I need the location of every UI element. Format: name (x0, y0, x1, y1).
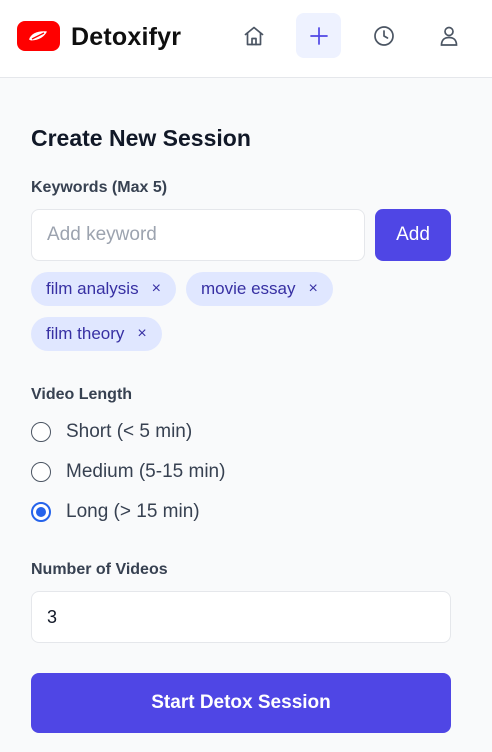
page-title: Create New Session (31, 125, 251, 151)
plus-icon (309, 26, 328, 45)
keywords-label: Keywords (Max 5) (31, 179, 168, 196)
keyword-chip-label: film analysis (46, 279, 139, 298)
nav-history-button[interactable] (361, 13, 406, 58)
logo-icon (17, 21, 60, 51)
radio-button-checked[interactable] (31, 502, 51, 522)
remove-keyword-icon[interactable]: × (152, 272, 161, 306)
number-of-videos-label: Number of Videos (31, 561, 168, 578)
remove-keyword-icon[interactable]: × (308, 272, 317, 306)
nav-profile-button[interactable] (426, 13, 471, 58)
home-icon (244, 26, 263, 45)
radio-button[interactable] (31, 462, 51, 482)
number-of-videos-input[interactable] (31, 591, 451, 643)
clock-icon (373, 25, 394, 46)
radio-option-long[interactable]: Long (> 15 min) (31, 499, 200, 525)
keyword-chip: film analysis × (31, 272, 176, 306)
keyword-chip-label: film theory (46, 324, 125, 343)
keyword-chip: film theory × (31, 317, 162, 351)
radio-option-short[interactable]: Short (< 5 min) (31, 419, 192, 445)
radio-button[interactable] (31, 422, 51, 442)
video-length-label: Video Length (31, 386, 133, 403)
keyword-chip-label: movie essay (201, 279, 296, 298)
user-icon (440, 26, 457, 46)
start-session-button[interactable]: Start Detox Session (31, 673, 451, 733)
nav-home-button[interactable] (231, 13, 276, 58)
remove-keyword-icon[interactable]: × (137, 317, 146, 351)
app-brand: Detoxifyr (71, 23, 182, 51)
keyword-chip: movie essay × (186, 272, 333, 306)
add-keyword-button[interactable]: Add (375, 209, 451, 261)
app-header: Detoxifyr (0, 0, 492, 78)
radio-label: Long (> 15 min) (66, 501, 200, 522)
radio-option-medium[interactable]: Medium (5-15 min) (31, 459, 225, 485)
radio-label: Medium (5-15 min) (66, 461, 226, 482)
keyword-input[interactable] (31, 209, 365, 261)
nav-create-button[interactable] (296, 13, 341, 58)
radio-label: Short (< 5 min) (66, 421, 193, 442)
